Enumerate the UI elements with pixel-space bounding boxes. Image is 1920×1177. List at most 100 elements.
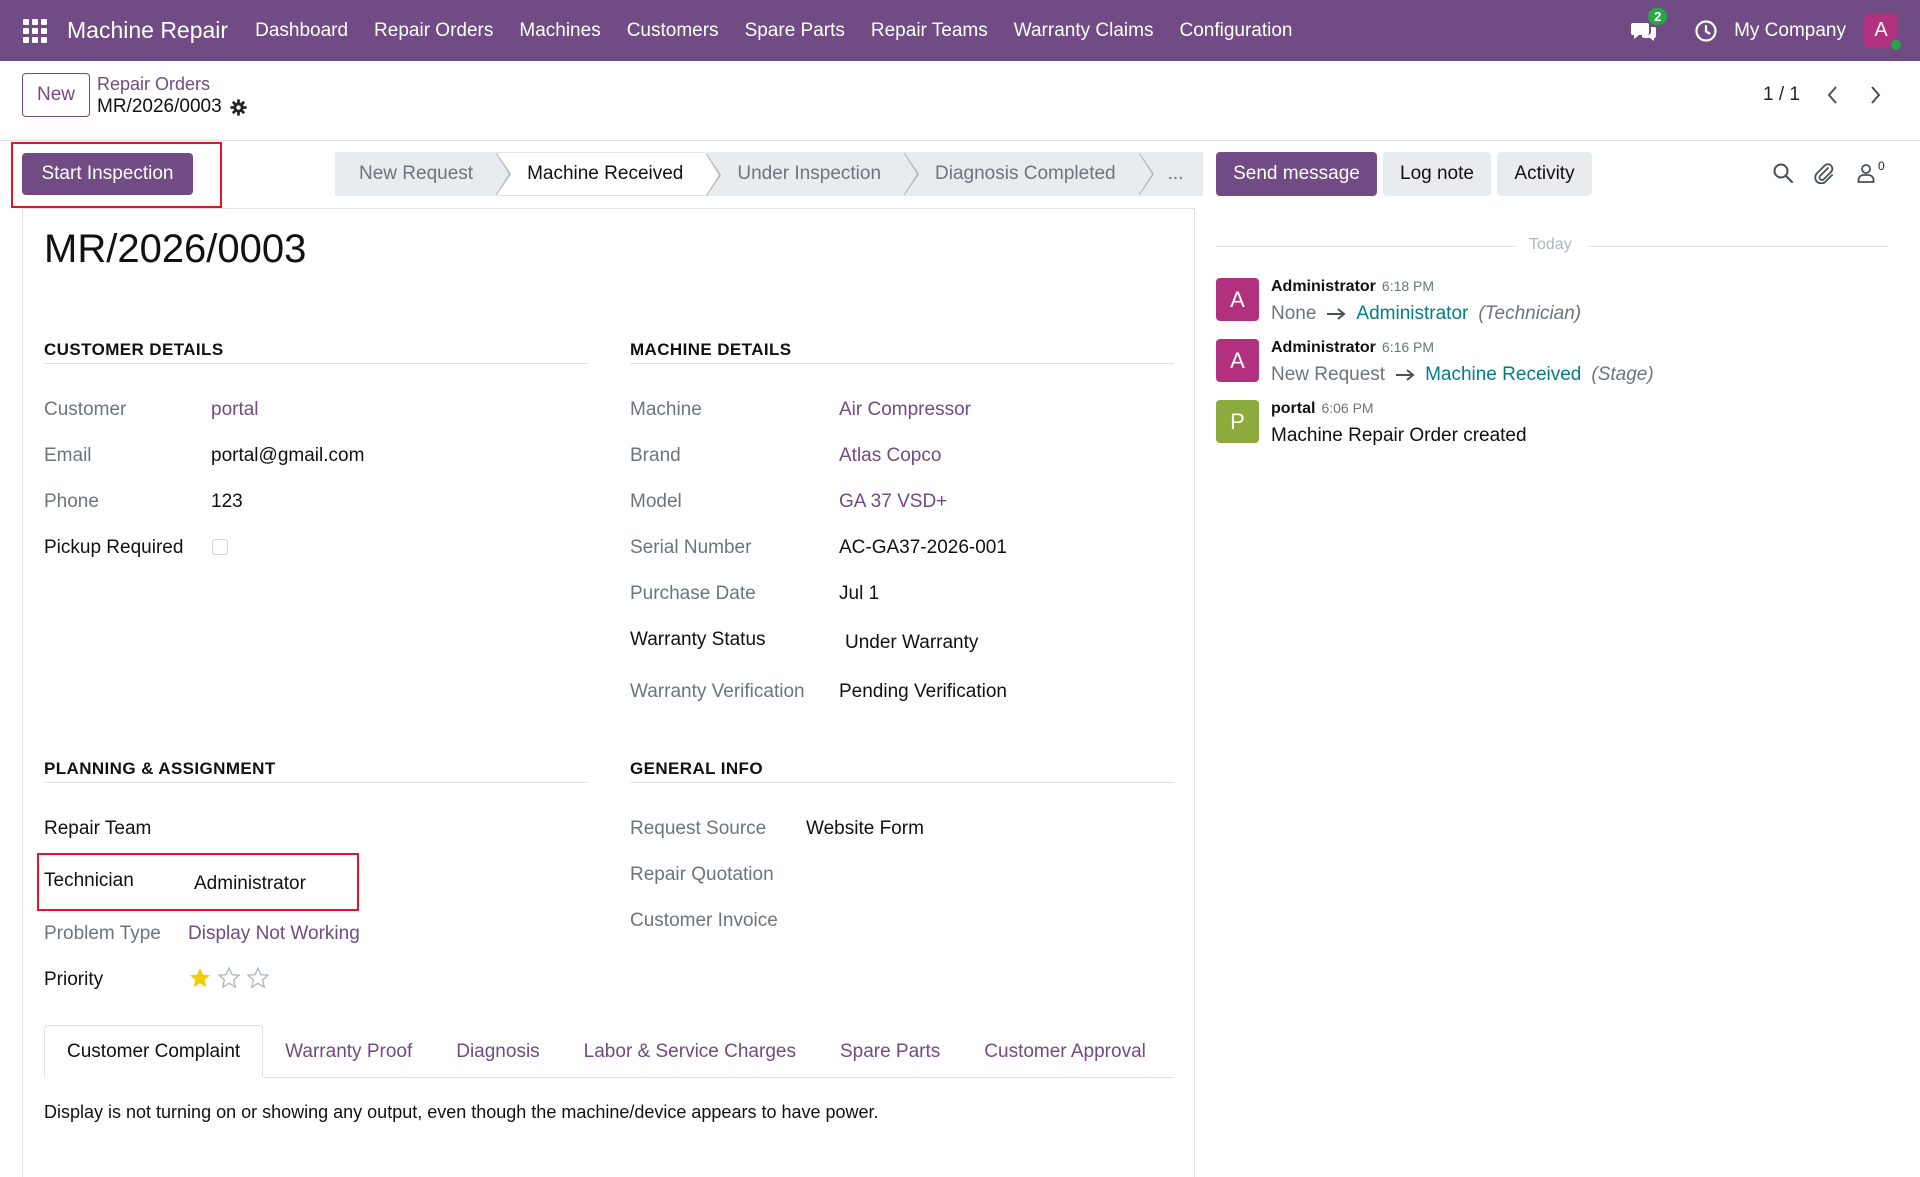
breadcrumb-current: MR/2026/0003 — [97, 96, 247, 118]
breadcrumb-repair-orders[interactable]: Repair Orders — [97, 74, 210, 95]
star-filled-icon[interactable] — [188, 966, 212, 990]
menu-configuration[interactable]: Configuration — [1166, 20, 1305, 42]
arrow-right-icon — [1327, 308, 1346, 320]
section-divider — [44, 363, 588, 364]
message-author-name: Administrator — [1271, 278, 1376, 295]
message-avatar[interactable]: A — [1216, 278, 1259, 321]
tracking-field-name: (Stage) — [1591, 364, 1654, 385]
tracking-new-value: Administrator — [1356, 303, 1469, 324]
menu-warranty-claims[interactable]: Warranty Claims — [1001, 20, 1167, 42]
serial-number-label: Serial Number — [630, 537, 752, 558]
new-button[interactable]: New — [22, 73, 90, 117]
message-time: 6:18 PM — [1381, 278, 1435, 294]
date-divider-label: Today — [1529, 236, 1572, 253]
message-avatar[interactable]: A — [1216, 339, 1259, 382]
message-author[interactable]: portal 6:06 PM — [1271, 400, 1374, 418]
date-divider-line — [1216, 246, 1516, 247]
paperclip-icon[interactable] — [1813, 162, 1835, 184]
purchase-date-field[interactable]: Jul 1 — [839, 583, 879, 605]
menu-repair-teams[interactable]: Repair Teams — [858, 20, 1001, 42]
phone-field[interactable]: 123 — [211, 491, 243, 513]
repair-quotation-label: Repair Quotation — [630, 864, 774, 885]
machine-field[interactable]: Air Compressor — [839, 399, 971, 421]
activity-clock-icon[interactable] — [1694, 19, 1718, 43]
repair-team-label: Repair Team — [44, 818, 152, 839]
messages-icon[interactable]: 2 — [1630, 7, 1668, 43]
tracking-new-value: Machine Received — [1425, 364, 1582, 385]
stage-under-inspection[interactable]: Under Inspection — [707, 152, 920, 196]
menu-machines[interactable]: Machines — [506, 20, 613, 42]
message-avatar-initial: A — [1230, 347, 1245, 373]
tab-warranty-proof[interactable]: Warranty Proof — [263, 1025, 434, 1078]
warranty-verification-field[interactable]: Pending Verification — [839, 681, 1007, 703]
tab-diagnosis[interactable]: Diagnosis — [434, 1025, 561, 1078]
purchase-date-label: Purchase Date — [630, 583, 756, 604]
customer-invoice-label: Customer Invoice — [630, 910, 778, 931]
pager-value[interactable]: 1 / 1 — [1763, 84, 1800, 106]
control-panel: New Repair Orders MR/2026/0003 1 / 1 — [0, 61, 1920, 141]
log-note-button[interactable]: Log note — [1383, 152, 1491, 196]
warranty-status-field[interactable]: Under Warranty — [845, 632, 978, 654]
stage-new-request[interactable]: New Request — [335, 152, 512, 196]
tab-spare-parts[interactable]: Spare Parts — [818, 1025, 962, 1078]
menu-dashboard[interactable]: Dashboard — [242, 20, 361, 42]
stage-separator — [1138, 152, 1154, 196]
section-divider — [44, 782, 588, 783]
pickup-required-checkbox[interactable] — [212, 539, 228, 555]
star-empty-icon[interactable] — [217, 966, 241, 990]
customer-details-heading: CUSTOMER DETAILS — [44, 340, 224, 359]
chevron-right-icon[interactable] — [1866, 84, 1884, 106]
pickup-required-label: Pickup Required — [44, 537, 184, 558]
chevron-left-icon[interactable] — [1824, 84, 1842, 106]
customer-complaint-text[interactable]: Display is not turning on or showing any… — [44, 1102, 879, 1123]
highlight-technician — [37, 853, 359, 911]
record-title: MR/2026/0003 — [44, 227, 307, 271]
online-status-dot — [1889, 37, 1903, 52]
message-author[interactable]: Administrator 6:18 PM — [1271, 278, 1434, 296]
followers-icon[interactable] — [1855, 162, 1877, 184]
gear-icon[interactable] — [230, 98, 247, 116]
tab-labor-service-charges[interactable]: Labor & Service Charges — [562, 1025, 818, 1078]
message-avatar-initial: P — [1230, 408, 1245, 434]
customer-field[interactable]: portal — [211, 399, 259, 421]
message-author[interactable]: Administrator 6:16 PM — [1271, 339, 1434, 357]
menu-customers[interactable]: Customers — [614, 20, 732, 42]
send-message-button[interactable]: Send message — [1216, 152, 1377, 196]
stage-diagnosis-completed[interactable]: Diagnosis Completed — [905, 152, 1154, 196]
message-avatar[interactable]: P — [1216, 400, 1259, 443]
message-time: 6:06 PM — [1321, 400, 1374, 416]
star-empty-icon[interactable] — [246, 966, 270, 990]
request-source-field[interactable]: Website Form — [806, 818, 924, 840]
email-field[interactable]: portal@gmail.com — [211, 445, 364, 467]
user-initial: A — [1874, 19, 1888, 41]
message-author-name: Administrator — [1271, 339, 1376, 356]
tracking-old-value: New Request — [1271, 364, 1386, 385]
planning-heading: PLANNING & ASSIGNMENT — [44, 759, 276, 778]
model-field[interactable]: GA 37 VSD+ — [839, 491, 947, 513]
search-icon[interactable] — [1772, 162, 1794, 184]
warranty-status-label: Warranty Status — [630, 629, 766, 650]
priority-label: Priority — [44, 969, 104, 990]
stage-separator — [904, 152, 920, 196]
tab-customer-complaint[interactable]: Customer Complaint — [44, 1025, 264, 1078]
user-avatar[interactable]: A — [1864, 13, 1903, 52]
message-tracking: New Request Machine Received (Stage) — [1271, 364, 1654, 386]
machine-details-heading: MACHINE DETAILS — [630, 340, 792, 359]
top-navbar: Machine Repair Dashboard Repair Orders M… — [0, 0, 1920, 61]
serial-number-field[interactable]: AC-GA37-2026-001 — [839, 537, 1007, 559]
stage-label: Diagnosis Completed — [935, 163, 1116, 184]
arrow-right-icon — [1396, 369, 1415, 381]
company-switcher[interactable]: My Company — [1734, 20, 1846, 42]
request-source-label: Request Source — [630, 818, 767, 839]
tab-customer-approval[interactable]: Customer Approval — [962, 1025, 1168, 1078]
app-name[interactable]: Machine Repair — [67, 17, 228, 44]
activity-button[interactable]: Activity — [1497, 152, 1592, 196]
menu-spare-parts[interactable]: Spare Parts — [732, 20, 858, 42]
priority-stars[interactable] — [188, 966, 270, 990]
stage-machine-received[interactable]: Machine Received — [497, 152, 722, 197]
brand-field[interactable]: Atlas Copco — [839, 445, 941, 467]
menu-repair-orders[interactable]: Repair Orders — [361, 20, 506, 42]
problem-type-field[interactable]: Display Not Working — [188, 923, 360, 945]
apps-grid-icon[interactable] — [23, 18, 47, 43]
tracking-field-name: (Technician) — [1478, 303, 1582, 324]
